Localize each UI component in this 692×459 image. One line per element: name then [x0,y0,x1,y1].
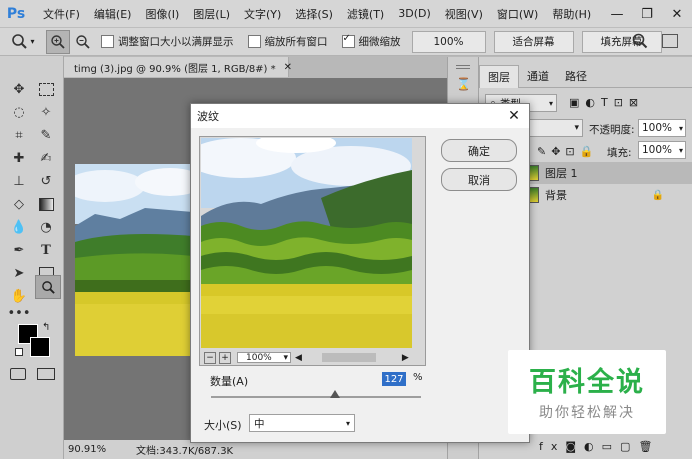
zoom-all-windows-checkbox[interactable]: 缩放所有窗口 [247,34,328,49]
path-selection-icon[interactable]: ➤ [8,262,30,284]
zoom-in-icon[interactable]: + [219,351,231,364]
tools-panel: ✥ ◌ ✧ ⌗ ✎ ✚ ✍ ⊥ ↺ ◇ 💧 ◔ ✒ T ➤ ✋ ••• ↰ [0,56,64,459]
zoom-out-icon[interactable]: − [204,351,216,364]
close-icon[interactable]: ✕ [503,106,525,126]
search-icon[interactable] [632,33,648,52]
layer-name: 背景 [545,189,567,202]
healing-brush-icon[interactable]: ✚ [8,147,30,169]
menu-window[interactable]: 窗口(W) [490,6,545,22]
menu-filter[interactable]: 滤镜(T) [340,6,391,22]
brush-tool-icon[interactable]: ✍ [35,147,57,169]
blur-tool-icon[interactable]: 💧 [8,216,30,238]
dialog-titlebar: 波纹 ✕ [191,104,529,128]
close-icon[interactable]: ✕ [662,3,692,25]
menu-file[interactable]: 文件(F) [36,6,87,22]
preview-scrollbar[interactable] [321,353,376,362]
document-size: 文档:343.7K/687.3K [136,446,234,457]
options-bar: ▾ 调整窗口大小以满屏显示 缩放所有窗口 细微缩放 100% 适合屏幕 填充屏幕 [0,28,692,56]
dialog-title: 波纹 [197,110,219,123]
lock-icon: 🔒 [651,189,664,201]
move-tool-icon[interactable]: ✥ [8,78,30,100]
quick-mask-icon[interactable] [10,368,26,380]
document-tab[interactable]: timg (3).jpg @ 90.9% (图层 1, RGB/8#) * ✕ [64,57,292,77]
filter-preview[interactable]: − + 100% ▾ ◀ ▶ [199,136,426,366]
preview-image [201,138,412,348]
zoom-in-icon[interactable] [46,29,70,54]
preview-controls: − + 100% ▾ ◀ ▶ [201,351,424,364]
gradient-tool-icon[interactable] [35,193,57,215]
zoom-out-icon[interactable] [72,31,94,53]
amount-slider-handle[interactable] [329,390,340,398]
menu-type[interactable]: 文字(Y) [237,6,288,22]
size-label: 大小(S) [204,419,242,432]
more-tools-icon[interactable]: ••• [8,302,31,324]
clone-stamp-icon[interactable]: ⊥ [8,170,30,192]
watermark-subtitle: 助你轻松解决 [539,405,635,421]
preview-zoom-select[interactable]: 100% ▾ [237,352,291,363]
ok-button[interactable]: 确定 [441,139,517,162]
fill-label: 填充: [607,147,632,159]
menu-select[interactable]: 选择(S) [288,6,340,22]
lasso-tool-icon[interactable]: ◌ [8,101,30,123]
chevron-down-icon: ▾ [345,418,350,428]
marquee-tool-icon[interactable] [35,78,57,100]
magic-wand-icon[interactable]: ✧ [35,101,57,123]
scroll-right-icon[interactable]: ▶ [402,353,409,363]
minimize-icon[interactable]: — [602,3,632,25]
scrubby-zoom-checkbox[interactable]: 细微缩放 [341,33,401,49]
scroll-left-icon[interactable]: ◀ [295,353,302,363]
fit-screen-button[interactable]: 适合屏幕 [493,30,574,53]
tab-layers[interactable]: 图层 [479,65,519,88]
amount-input[interactable]: 127 [382,372,406,386]
restore-icon[interactable]: ❐ [632,3,662,25]
opacity-input[interactable]: 100% ▾ [638,119,686,137]
history-panel-icon[interactable]: ⌛ [456,77,471,91]
dodge-tool-icon[interactable]: ◔ [35,216,57,238]
crop-tool-icon[interactable]: ⌗ [8,124,30,146]
resize-window-checkbox[interactable]: 调整窗口大小以满屏显示 [101,34,234,49]
menu-3d[interactable]: 3D(D) [391,7,438,20]
pen-tool-icon[interactable]: ✒ [8,239,30,261]
amount-label: 数量(A) [210,375,249,388]
size-select[interactable]: 中 ▾ [249,414,355,432]
layers-footer-icons[interactable]: fx◙◐▭▢🗑 [539,437,689,455]
workspace-icon[interactable] [662,34,678,48]
fill-screen-button[interactable]: 填充屏幕 [581,30,662,53]
menu-bar: Ps 文件(F) 编辑(E) 图像(I) 图层(L) 文字(Y) 选择(S) 滤… [0,0,692,28]
menu-image[interactable]: 图像(I) [138,6,186,22]
menu-layer[interactable]: 图层(L) [186,6,237,22]
watermark: 百科全说 助你轻松解决 [508,350,666,434]
amount-unit: % [413,372,423,383]
zoom-100-button[interactable]: 100% [411,30,486,53]
ripple-dialog: 波纹 ✕ − + 100% ▾ ◀ ▶ 确定 取消 数量(A) 127 % 大小… [190,103,530,443]
menu-help[interactable]: 帮助(H) [545,6,598,22]
swap-colors-icon[interactable]: ↰ [42,322,50,333]
default-colors-icon[interactable] [15,348,23,356]
zoom-level[interactable]: 90.91% [68,444,122,455]
cancel-button[interactable]: 取消 [441,168,517,191]
tab-paths[interactable]: 路径 [557,65,595,87]
photoshop-logo: Ps [6,5,26,22]
screen-mode-icon[interactable] [37,368,55,380]
background-color-swatch[interactable] [30,337,50,357]
layer-filter-icons[interactable]: ▣◐T⊡⊠ [569,96,644,109]
zoom-tool-active-icon[interactable] [35,275,61,299]
tab-channels[interactable]: 通道 [519,65,557,87]
document-image [75,164,193,356]
zoom-tool-icon[interactable]: ▾ [6,33,40,51]
watermark-title: 百科全说 [529,367,645,398]
eyedropper-icon[interactable]: ✎ [35,124,57,146]
amount-slider[interactable] [211,390,421,398]
eraser-tool-icon[interactable]: ◇ [8,193,30,215]
history-brush-icon[interactable]: ↺ [35,170,57,192]
fill-input[interactable]: 100% ▾ [638,141,686,159]
lock-icons[interactable]: ✎✥⊡🔒 [537,145,598,158]
layer-name: 图层 1 [545,167,578,180]
opacity-label: 不透明度: [589,124,635,136]
chevron-down-icon: ▾ [548,98,553,108]
type-tool-icon[interactable]: T [35,239,57,261]
menu-edit[interactable]: 编辑(E) [87,6,139,22]
close-document-icon[interactable]: ✕ [284,62,292,73]
menu-view[interactable]: 视图(V) [438,6,490,22]
